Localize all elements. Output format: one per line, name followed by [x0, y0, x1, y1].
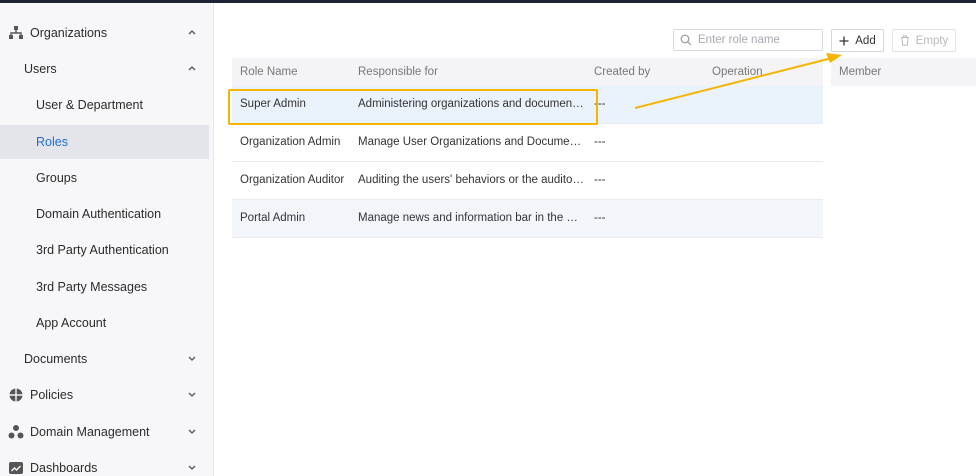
- role-search-box[interactable]: [673, 29, 823, 51]
- responsible-cell: Administering organizations and document…: [358, 98, 584, 110]
- sidebar-item-organizations[interactable]: Organizations: [0, 16, 213, 50]
- sidebar-item-label: Policies: [30, 388, 74, 402]
- sidebar-item-label: 3rd Party Authentication: [36, 243, 169, 257]
- search-icon: [680, 34, 692, 46]
- sidebar-item-app-account[interactable]: App Account: [0, 306, 213, 340]
- empty-button[interactable]: Empty: [892, 29, 956, 52]
- sidebar-item-label: Users: [24, 62, 57, 76]
- created-by-cell: ---: [594, 212, 606, 224]
- member-header-label: Member: [839, 66, 882, 78]
- sidebar-item-user-department[interactable]: User & Department: [0, 88, 213, 122]
- shield-icon: [9, 388, 23, 402]
- add-role-button[interactable]: Add: [831, 29, 884, 52]
- roles-table-header: Role Name Responsible for Created by Ope…: [232, 58, 823, 86]
- sidebar-item-3rd-party-messages[interactable]: 3rd Party Messages: [0, 270, 213, 304]
- chevron-up-icon: [188, 66, 196, 71]
- dashboard-icon: [9, 462, 23, 474]
- chevron-up-icon: [188, 30, 196, 35]
- sidebar-item-label: App Account: [36, 316, 107, 330]
- column-header-responsible: Responsible for: [358, 66, 438, 78]
- sidebar-item-label: Domain Authentication: [36, 207, 162, 221]
- sidebar-item-domain-authentication[interactable]: Domain Authentication: [0, 197, 213, 231]
- chevron-down-icon: [188, 392, 196, 397]
- table-row[interactable]: Portal Admin Manage news and information…: [232, 200, 823, 238]
- responsible-cell: Auditing the users' behaviors or the aud…: [358, 174, 584, 186]
- chevron-down-icon: [188, 356, 196, 361]
- role-name-cell: Portal Admin: [240, 212, 306, 224]
- table-row[interactable]: Super Admin Administering organizations …: [232, 86, 823, 124]
- created-by-cell: ---: [594, 136, 606, 148]
- sidebar-item-users[interactable]: Users: [0, 52, 213, 86]
- org-icon: [9, 26, 23, 39]
- add-button-label: Add: [855, 34, 876, 47]
- table-row[interactable]: Organization Auditor Auditing the users'…: [232, 162, 823, 200]
- chevron-down-icon: [188, 465, 196, 470]
- plus-icon: [839, 36, 849, 45]
- sidebar-item-label: Dashboards: [30, 461, 98, 475]
- chevron-down-icon: [188, 429, 196, 434]
- column-header-role-name: Role Name: [240, 66, 298, 78]
- sidebar-item-3rd-party-authentication[interactable]: 3rd Party Authentication: [0, 233, 213, 267]
- sidebar-item-dashboards[interactable]: Dashboards: [0, 451, 213, 476]
- role-name-cell: Organization Admin: [240, 136, 341, 148]
- member-panel-header: Member: [831, 58, 976, 86]
- table-row[interactable]: Organization Admin Manage User Organizat…: [232, 124, 823, 162]
- domain-icon: [8, 425, 24, 439]
- sidebar-item-label: Domain Management: [30, 425, 150, 439]
- sidebar-item-label: Organizations: [30, 26, 108, 40]
- role-name-cell: Organization Auditor: [240, 174, 345, 186]
- role-search-input[interactable]: [698, 32, 818, 48]
- sidebar-item-label: 3rd Party Messages: [36, 280, 148, 294]
- created-by-cell: ---: [594, 98, 606, 110]
- column-header-operation: Operation: [712, 66, 763, 78]
- responsible-cell: Manage User Organizations and Document O…: [358, 136, 584, 148]
- sidebar-item-roles[interactable]: Roles: [0, 125, 209, 159]
- sidebar: Organizations Users User & Department Ro…: [0, 3, 214, 476]
- sidebar-item-policies[interactable]: Policies: [0, 378, 213, 412]
- role-name-cell: Super Admin: [240, 98, 306, 110]
- column-header-created-by: Created by: [594, 66, 651, 78]
- sidebar-item-label: Groups: [36, 171, 77, 185]
- sidebar-item-label: Documents: [24, 352, 88, 366]
- responsible-cell: Manage news and information bar in the p…: [358, 212, 584, 224]
- trash-icon: [900, 35, 909, 46]
- sidebar-item-domain-management[interactable]: Domain Management: [0, 415, 213, 449]
- empty-button-label: Empty: [915, 34, 949, 47]
- sidebar-item-groups[interactable]: Groups: [0, 161, 213, 195]
- sidebar-item-documents[interactable]: Documents: [0, 342, 213, 376]
- sidebar-item-label: User & Department: [36, 98, 143, 112]
- sidebar-item-label: Roles: [36, 135, 68, 149]
- created-by-cell: ---: [594, 174, 606, 186]
